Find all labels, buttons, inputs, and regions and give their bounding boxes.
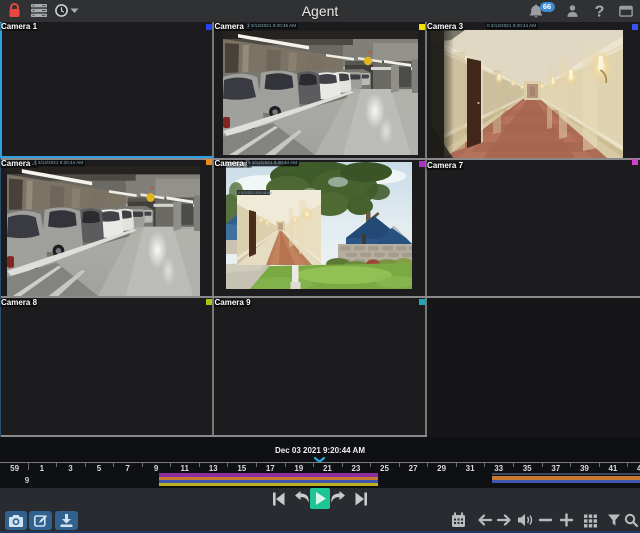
- svg-text:0 3/12/2021 9:20:44 AM: 0 3/12/2021 9:20:44 AM: [238, 191, 272, 195]
- svg-text:?: ?: [595, 4, 605, 20]
